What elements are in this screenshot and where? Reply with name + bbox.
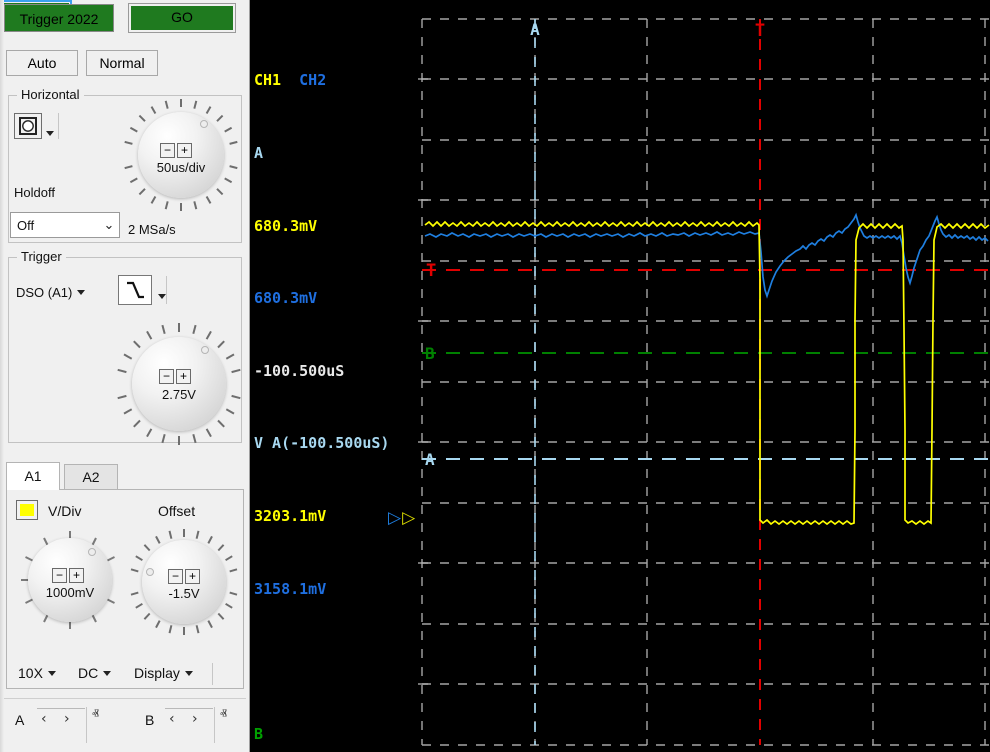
offset-increase-button[interactable]: + <box>185 569 200 584</box>
tab-a2[interactable]: A2 <box>64 464 118 490</box>
chevron-down-icon: ⌄ <box>99 217 119 233</box>
offset-decrease-button[interactable]: − <box>168 569 183 584</box>
knob-indicator <box>200 120 208 128</box>
cursor-b-title: B <box>254 722 422 746</box>
vdiv-decrease-button[interactable]: − <box>52 568 67 583</box>
divider <box>86 707 87 743</box>
cursor-b-label: B <box>145 712 154 728</box>
divider <box>37 708 85 709</box>
channel-legend: CH1 CH2 <box>254 68 422 92</box>
cursor-b-marker: B <box>425 344 435 363</box>
trigger-level-value: 2.75V <box>115 387 243 402</box>
va-ch1-value: 3203.1mV <box>254 504 422 528</box>
cursor-a-time-value: -100.500uS <box>254 359 422 383</box>
knob-indicator <box>88 548 96 556</box>
divider <box>166 276 167 304</box>
cursor-a-top-marker: A <box>530 20 540 39</box>
holdoff-select[interactable]: Off ⌄ <box>10 212 120 238</box>
channel-tabs: A1 A2 <box>6 462 244 490</box>
offset-label: Offset <box>158 503 195 519</box>
cursor-a-right-button[interactable]: › <box>64 711 70 727</box>
chevron-down-icon[interactable] <box>158 286 166 304</box>
coupling-select[interactable]: DC <box>78 665 111 681</box>
chevron-down-icon <box>48 671 56 676</box>
panel-edge <box>0 0 4 752</box>
probe-value: 10X <box>18 665 43 681</box>
display-label: Display <box>134 665 180 681</box>
display-menu[interactable]: Display <box>134 665 193 681</box>
holdoff-label: Holdoff <box>14 185 55 200</box>
cursor-a-title: A <box>254 141 422 165</box>
channel-color-swatch[interactable] <box>16 500 38 520</box>
vdiv-label: V/Div <box>48 503 81 519</box>
waveform-display[interactable]: T A T B A ▷▷ CH1 CH2 A 680.3mV 680.3mV -… <box>250 0 990 752</box>
divider <box>58 113 59 139</box>
chevron-down-icon[interactable] <box>46 123 54 141</box>
va-title: V A(-100.500uS) <box>254 431 422 455</box>
knob-body <box>132 337 226 431</box>
chevron-down-icon <box>103 671 111 676</box>
cursor-b-up-button[interactable]: ⱏ <box>220 707 227 723</box>
offset-knob[interactable]: − + -1.5V <box>128 526 240 638</box>
cursor-a-ch2-value: 680.3mV <box>254 286 422 310</box>
holdoff-value: Off <box>11 218 99 233</box>
chevron-down-icon <box>185 671 193 676</box>
timebase-value: 50us/div <box>122 160 240 175</box>
trigger-source-select[interactable]: DSO (A1) <box>16 285 85 300</box>
cursor-a-ch1-value: 680.3mV <box>254 214 422 238</box>
go-button[interactable]: GO <box>128 3 236 33</box>
circle-in-square-icon[interactable] <box>14 113 42 139</box>
trigger-top-marker: T <box>755 21 765 41</box>
trigger-mode-auto[interactable]: Auto <box>6 50 78 76</box>
vdiv-increase-button[interactable]: + <box>69 568 84 583</box>
trigger-level-marker: T <box>426 261 436 281</box>
ch1-waveform <box>425 222 989 524</box>
probe-select[interactable]: 10X <box>18 665 56 681</box>
trigger-group-label: Trigger <box>17 249 66 264</box>
chevron-down-icon <box>77 290 85 295</box>
cursor-a-up-button[interactable]: ⱏ <box>92 707 99 723</box>
timebase-decrease-button[interactable]: − <box>160 143 175 158</box>
measurement-readout: CH1 CH2 A 680.3mV 680.3mV -100.500uS V A… <box>254 20 422 752</box>
va-ch2-value: 3158.1mV <box>254 577 422 601</box>
horizontal-group-label: Horizontal <box>17 87 84 102</box>
tab-a1[interactable]: A1 <box>6 462 60 490</box>
sample-rate-label: 2 MSa/s <box>128 222 176 237</box>
timebase-increase-button[interactable]: + <box>177 143 192 158</box>
offset-value: -1.5V <box>128 586 240 601</box>
trigger-level-decrease-button[interactable]: − <box>159 369 174 384</box>
trigger-level-increase-button[interactable]: + <box>176 369 191 384</box>
trigger-level-knob[interactable]: − + 2.75V <box>115 320 243 448</box>
cursor-b-left-button[interactable]: ‹ <box>169 711 175 727</box>
divider <box>212 663 213 685</box>
timebase-knob[interactable]: − + 50us/div <box>122 96 240 214</box>
trigger-mode-normal[interactable]: Normal <box>86 50 158 76</box>
channel-options-row: 10X DC Display <box>0 655 250 695</box>
ch2-legend: CH2 <box>299 71 326 89</box>
divider <box>214 707 215 743</box>
vdiv-value: 1000mV <box>18 585 122 600</box>
cursor-b-right-button[interactable]: › <box>192 711 198 727</box>
vdiv-knob[interactable]: − + 1000mV <box>18 528 122 632</box>
spacer <box>254 649 422 673</box>
knob-indicator <box>146 568 154 576</box>
app-title: Trigger 2022 <box>4 4 114 32</box>
ch1-legend: CH1 <box>254 71 281 89</box>
trigger-source-value: DSO (A1) <box>16 285 72 300</box>
cursor-a-label: A <box>15 712 24 728</box>
cursor-nav-row: A ‹ › ⱏ ⱟ B ‹ › ⱏ ⱟ <box>4 698 246 750</box>
go-button-label: GO <box>131 6 233 30</box>
falling-edge-icon[interactable] <box>118 275 152 305</box>
divider <box>165 708 213 709</box>
knob-indicator <box>201 346 209 354</box>
coupling-value: DC <box>78 665 98 681</box>
control-panel: Trigger 2022 GO Auto Normal Single Horiz… <box>0 0 250 752</box>
cursor-a-left-button[interactable]: ‹ <box>41 711 47 727</box>
cursor-a-marker: A <box>425 450 435 469</box>
